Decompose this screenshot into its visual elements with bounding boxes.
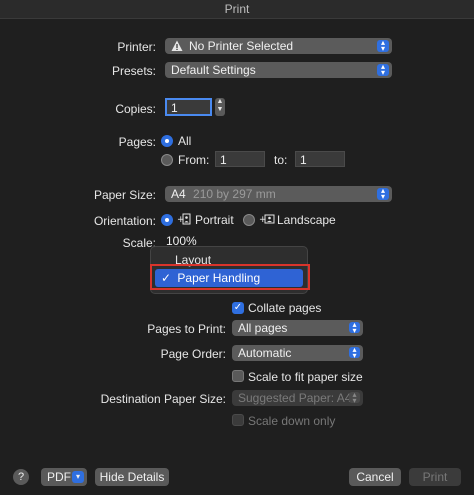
scale-down-label: Scale down only [248,414,336,428]
paper-size-detail: 210 by 297 mm [193,187,276,201]
landscape-icon: + [259,212,275,229]
presets-popup[interactable]: Default Settings ▴ ▾ [165,62,392,78]
chevron-updown-icon: ▴ ▾ [377,187,389,201]
stepper-down-icon[interactable]: ▼ [215,106,225,114]
chevron-down-icon: ▾ [72,471,84,483]
printer-label: Printer: [117,40,156,54]
scale-label: Scale: [122,236,156,250]
chevron-updown-icon: ▴ ▾ [377,63,389,77]
pages-all-label: All [178,134,192,148]
help-button[interactable]: ? [13,469,29,485]
pages-to-print-popup[interactable]: All pages ▴ ▾ [232,320,363,336]
printer-value: No Printer Selected [189,39,294,53]
paper-size-label: Paper Size: [93,188,156,202]
presets-label: Presets: [111,64,156,78]
orientation-landscape-radio[interactable] [243,214,255,226]
page-order-popup[interactable]: Automatic ▴ ▾ [232,345,363,361]
stepper-up-icon[interactable]: ▲ [215,98,225,106]
copies-label: Copies: [115,102,156,116]
pages-to-print-label: Pages to Print: [147,322,226,336]
orientation-portrait-radio[interactable] [161,214,173,226]
window-title: Print [0,0,474,19]
portrait-icon: + [177,212,191,229]
paper-size-value: A4 [171,187,186,201]
copies-input[interactable]: 1 [165,98,212,116]
cancel-button[interactable]: Cancel [349,468,401,486]
destination-paper-size-value: Suggested Paper: A4 [238,391,352,405]
chevron-updown-icon: ▴ ▾ [349,346,360,360]
destination-paper-size-popup[interactable]: Suggested Paper: A4 ▴ ▾ [232,390,363,406]
copies-stepper[interactable]: ▲ ▼ [215,98,225,116]
chevron-updown-icon: ▴ ▾ [349,391,360,405]
pages-to-print-value: All pages [238,321,288,335]
annotation-highlight-box [150,264,310,290]
presets-value: Default Settings [171,63,256,77]
collate-checkbox[interactable]: ✓ [232,302,244,314]
print-button[interactable]: Print [409,468,461,486]
page-order-value: Automatic [238,346,292,360]
pages-from-input[interactable]: 1 [215,151,265,167]
chevron-updown-icon: ▴ ▾ [377,39,389,53]
scale-to-fit-checkbox[interactable] [232,370,244,382]
collate-label: Collate pages [248,301,322,315]
pages-to-input[interactable]: 1 [295,151,345,167]
orientation-landscape-label: Landscape [277,213,336,227]
pages-to-label: to: [274,153,288,167]
orientation-portrait-label: Portrait [195,213,234,227]
pages-all-radio[interactable] [161,135,173,147]
pdf-button[interactable]: PDF ▾ [41,468,87,486]
printer-popup[interactable]: No Printer Selected ▴ ▾ [165,38,392,54]
scale-down-checkbox[interactable] [232,414,244,426]
warning-icon [171,38,183,54]
pdf-label: PDF [47,470,71,484]
page-order-label: Page Order: [160,347,226,361]
paper-size-popup[interactable]: A4 210 by 297 mm ▴ ▾ [165,186,392,202]
hide-details-button[interactable]: Hide Details [95,468,169,486]
scale-to-fit-label: Scale to fit paper size [248,370,363,384]
pages-label: Pages: [118,135,156,149]
destination-paper-size-label: Destination Paper Size: [100,392,226,406]
orientation-label: Orientation: [93,214,156,228]
chevron-updown-icon: ▴ ▾ [349,321,360,335]
pages-from-radio[interactable] [161,154,173,166]
pages-from-label: From: [178,153,210,167]
